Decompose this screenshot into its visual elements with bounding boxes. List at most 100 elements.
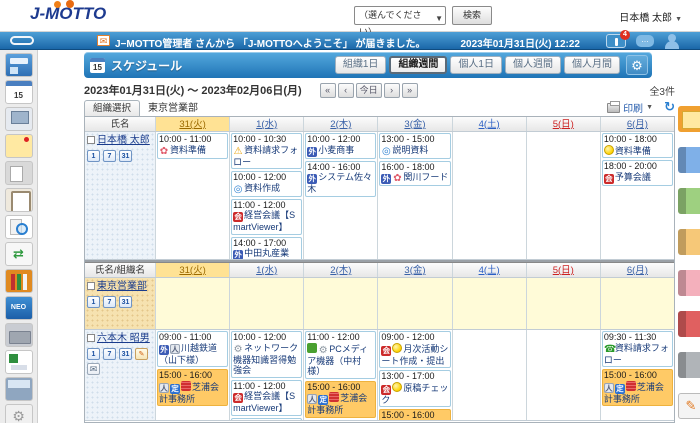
- day-cell[interactable]: [229, 278, 303, 329]
- schedule-entry[interactable]: 16:00 - 18:00外✿関川フード: [379, 161, 450, 187]
- day-link[interactable]: 6(月): [627, 119, 648, 130]
- last-button[interactable]: »: [402, 83, 418, 98]
- day-link[interactable]: 1(水): [256, 119, 277, 130]
- day-cell[interactable]: [452, 132, 526, 259]
- day-cell[interactable]: [303, 278, 377, 329]
- view-button[interactable]: 個人月間: [564, 56, 620, 74]
- calendar-1-icon[interactable]: 1: [87, 150, 100, 162]
- day-link[interactable]: 4(土): [479, 265, 500, 276]
- schedule-entry[interactable]: 11:00 - 12:00会経営会議【SmartViewer】: [231, 199, 302, 235]
- memo-icon[interactable]: [5, 134, 33, 158]
- day-cell[interactable]: 10:00 - 10:30⚠資料請求フォロー10:00 - 12:00◎資料作成…: [229, 132, 303, 259]
- calendar-7-icon[interactable]: 7: [103, 150, 116, 162]
- day-link[interactable]: 5(日): [553, 119, 574, 130]
- workflow-icon[interactable]: ⇄: [5, 242, 33, 266]
- schedule-entry[interactable]: 13:00 - 17:00会原稿チェック: [379, 370, 450, 407]
- schedule-entry[interactable]: 14:00 - 17:00外中田丸産業: [231, 237, 302, 260]
- settings-icon[interactable]: ⚙: [5, 404, 33, 423]
- schedule-entry[interactable]: 10:00 - 12:00◎資料作成: [231, 171, 302, 197]
- chat-bubble-icon[interactable]: …: [636, 35, 654, 47]
- schedule-book-pink-icon[interactable]: [678, 270, 700, 296]
- calendar-7-icon[interactable]: 7: [103, 296, 116, 308]
- schedule-entry[interactable]: 10:00 - 10:30⚠資料請求フォロー: [231, 133, 302, 169]
- day-link[interactable]: 2(木): [330, 119, 351, 130]
- schedule-entry[interactable]: 18:00 - 20:00会予算会議: [602, 160, 673, 186]
- view-button[interactable]: 組織1日: [335, 56, 387, 74]
- schedule-icon[interactable]: 15: [5, 80, 33, 104]
- day-cell[interactable]: [452, 278, 526, 329]
- schedule-entry[interactable]: 09:30 - 11:30☎資料請求フォロー: [602, 331, 673, 367]
- day-cell[interactable]: [526, 278, 600, 329]
- schedule-entry[interactable]: 13:00 - 15:00◎説明資料: [379, 133, 450, 159]
- bulletin-icon[interactable]: [5, 161, 33, 185]
- alert-antenna-icon[interactable]: 4: [606, 34, 626, 48]
- row-checkbox[interactable]: [87, 136, 95, 144]
- day-link[interactable]: 5(日): [553, 265, 574, 276]
- user-menu[interactable]: 日本橋 太郎▼: [619, 9, 682, 24]
- schedule-entry[interactable]: 14:00 - 16:00外システム佐々木: [305, 161, 376, 197]
- calendar-31-icon[interactable]: 31: [119, 150, 132, 162]
- day-link[interactable]: 6(月): [627, 265, 648, 276]
- day-cell[interactable]: 10:00 - 12:00外小麦商事14:00 - 16:00外システム佐々木: [303, 132, 377, 259]
- day-cell[interactable]: 10:00 - 12:00⚙ネットワーク機器知識習得勉強会11:00 - 12:…: [229, 330, 303, 420]
- schedule-entry[interactable]: 15:00 - 16:00人定芝浦会計事務所: [379, 409, 450, 420]
- portal-icon[interactable]: [5, 53, 33, 77]
- day-link[interactable]: 31(火): [179, 265, 205, 276]
- notification-message[interactable]: J−MOTTO管理者 さんから 「J-MOTTOへようこそ」 が届きました。: [115, 35, 425, 50]
- presence-person-icon[interactable]: [664, 33, 680, 49]
- calendar-1-icon[interactable]: 1: [87, 296, 100, 308]
- calendar-31-icon[interactable]: 31: [119, 296, 132, 308]
- org-select-tab[interactable]: 組織選択: [84, 100, 140, 116]
- member-link[interactable]: 六本木 昭男: [97, 333, 150, 344]
- schedule-book-gray-icon[interactable]: [678, 352, 700, 378]
- day-cell[interactable]: [377, 278, 451, 329]
- schedule-entry[interactable]: 10:00 - 18:00資料準備: [602, 133, 673, 158]
- schedule-book-red-icon[interactable]: [678, 311, 700, 337]
- edit-pencil-icon[interactable]: ✎: [678, 393, 700, 419]
- schedule-book-green-icon[interactable]: [678, 188, 700, 214]
- day-link[interactable]: 1(水): [256, 265, 277, 276]
- calendar-1-icon[interactable]: 1: [87, 348, 100, 360]
- report-icon[interactable]: [5, 350, 33, 374]
- website-icon[interactable]: [5, 377, 33, 401]
- refresh-icon[interactable]: ↻: [664, 99, 675, 115]
- day-link[interactable]: 4(土): [479, 119, 500, 130]
- schedule-entry[interactable]: 15:00 - 16:00人定芝浦会計事務所: [157, 369, 228, 406]
- org-link[interactable]: 東京営業部: [97, 281, 147, 292]
- day-cell[interactable]: [452, 330, 526, 420]
- view-button[interactable]: 個人1日: [450, 56, 502, 74]
- schedule-entry[interactable]: 09:00 - 12:00会月次活動シート作成・提出: [379, 331, 450, 368]
- neo-icon[interactable]: NEO: [5, 296, 33, 320]
- day-cell[interactable]: 10:00 - 11:00✿資料準備: [155, 132, 229, 259]
- schedule-entry[interactable]: 10:00 - 11:00✿資料準備: [157, 133, 228, 159]
- day-cell[interactable]: 09:00 - 11:00外人川越鉄道（山下様）15:00 - 16:00人定芝…: [155, 330, 229, 420]
- view-button[interactable]: 個人週間: [505, 56, 561, 74]
- bookshelf-icon[interactable]: [5, 269, 33, 293]
- day-cell[interactable]: [600, 278, 674, 329]
- cabinet-icon[interactable]: [5, 323, 33, 347]
- schedule-entry[interactable]: 15:00 - 16:00人定芝浦会計事務所: [602, 369, 673, 406]
- day-cell[interactable]: 09:30 - 11:30☎資料請求フォロー15:00 - 16:00人定芝浦会…: [600, 330, 674, 420]
- collapse-pill[interactable]: [10, 36, 34, 45]
- gear-icon[interactable]: ⚙: [626, 55, 648, 75]
- day-cell[interactable]: [526, 132, 600, 259]
- memo-icon[interactable]: ✎: [135, 348, 148, 360]
- day-cell[interactable]: 10:00 - 18:00資料準備18:00 - 20:00会予算会議: [600, 132, 674, 259]
- print-menu[interactable]: 印刷 ▼: [607, 100, 653, 115]
- member-link[interactable]: 日本橋 太郎: [97, 135, 150, 146]
- schedule-book-orange-icon[interactable]: [678, 229, 700, 255]
- schedule-entry[interactable]: 15:00 - 18:00外: [305, 420, 376, 421]
- next-button[interactable]: ›: [384, 83, 400, 98]
- mail-icon[interactable]: ✉: [87, 363, 100, 375]
- webmail-icon[interactable]: [5, 107, 33, 131]
- clipboard-icon[interactable]: [5, 188, 33, 212]
- day-cell[interactable]: 09:00 - 12:00会月次活動シート作成・提出13:00 - 17:00会…: [377, 330, 451, 420]
- day-cell[interactable]: [526, 330, 600, 420]
- schedule-entry[interactable]: 11:00 - 12:00⚙PCメディア機器（中村様）: [305, 331, 376, 379]
- schedule-entry[interactable]: 15:00 - 16:00人定芝浦会計事務所: [305, 381, 376, 418]
- schedule-entry[interactable]: 14:00 - 18:00会✿: [231, 418, 302, 421]
- today-button[interactable]: 今日: [356, 83, 382, 98]
- row-checkbox[interactable]: [87, 334, 95, 342]
- schedule-book-blue-icon[interactable]: [678, 147, 700, 173]
- calendar-7-icon[interactable]: 7: [103, 348, 116, 360]
